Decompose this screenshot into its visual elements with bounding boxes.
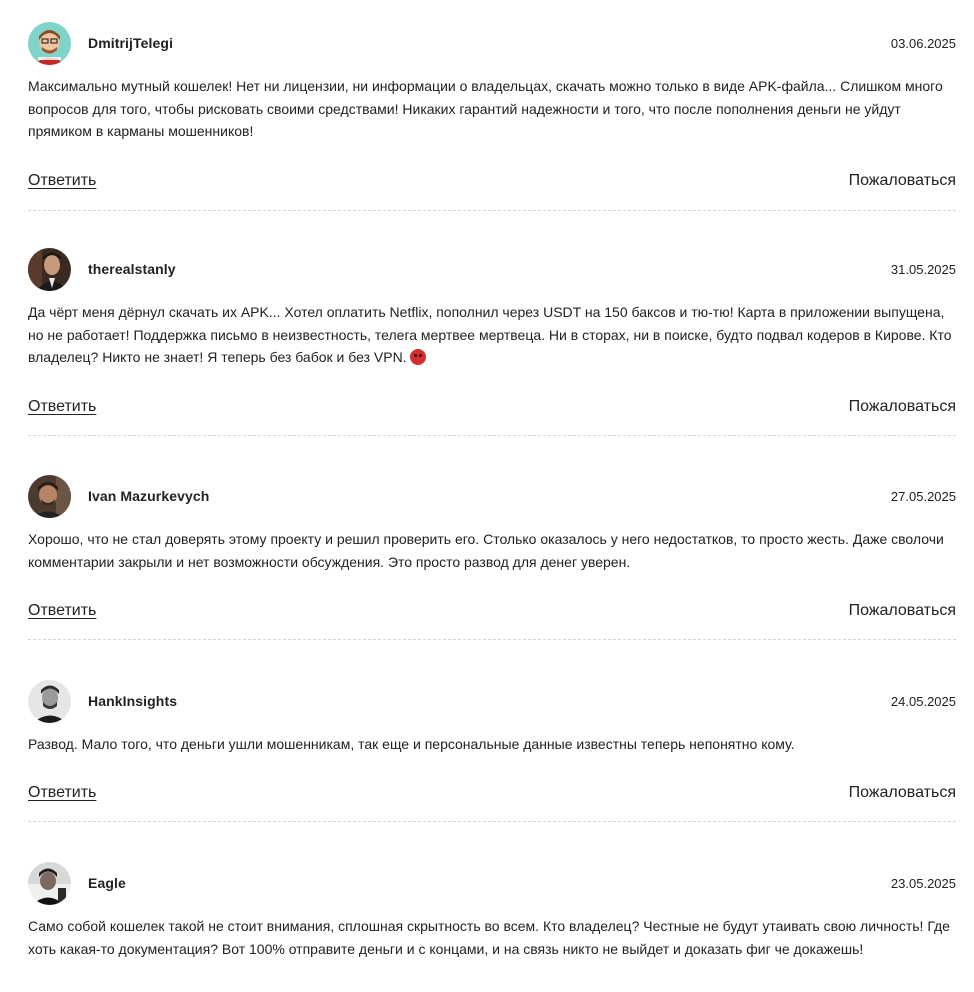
comment-divider — [28, 210, 956, 211]
comment-item: therealstanly 31.05.2025 Да чёрт меня дё… — [28, 248, 956, 436]
report-button[interactable]: Пожаловаться — [849, 602, 956, 620]
comment-author[interactable]: HankInsights — [88, 693, 177, 709]
comment-actions: Ответить Пожаловаться — [28, 172, 956, 196]
report-button[interactable]: Пожаловаться — [849, 398, 956, 416]
comment-author[interactable]: Eagle — [88, 875, 126, 891]
comment-header: Eagle 23.05.2025 — [28, 862, 956, 906]
comment-actions: Ответить Пожаловаться — [28, 602, 956, 626]
reply-button[interactable]: Ответить — [28, 398, 96, 416]
comment-actions: Ответить Пожаловаться — [28, 398, 956, 422]
comment-header: DmitrijTelegi 03.06.2025 — [28, 22, 956, 66]
comment-divider — [28, 435, 956, 436]
comment-text: Максимально мутный кошелек! Нет ни лицен… — [28, 78, 943, 139]
report-button[interactable]: Пожаловаться — [849, 784, 956, 802]
comment-text: Хорошо, что не стал доверять этому проек… — [28, 531, 944, 570]
comment-author[interactable]: therealstanly — [88, 261, 176, 277]
comment-item: HankInsights 24.05.2025 Развод. Мало тог… — [28, 680, 956, 822]
user-photo-icon — [28, 475, 71, 518]
reply-button[interactable]: Ответить — [28, 784, 96, 802]
comment-author[interactable]: DmitrijTelegi — [88, 35, 173, 51]
comment-divider — [28, 639, 956, 640]
reply-button[interactable]: Ответить — [28, 602, 96, 620]
comment-date: 27.05.2025 — [890, 489, 956, 504]
report-button[interactable]: Пожаловаться — [849, 172, 956, 190]
comment-item: Eagle 23.05.2025 Само собой кошелек тако… — [28, 862, 956, 957]
comment-divider — [28, 821, 956, 822]
comment-date: 24.05.2025 — [890, 694, 956, 709]
comment-item: DmitrijTelegi 03.06.2025 Максимально мут… — [28, 22, 956, 211]
comment-header: therealstanly 31.05.2025 — [28, 248, 956, 292]
user-photo-icon — [28, 862, 71, 905]
user-photo-icon — [28, 680, 71, 723]
comment-header: HankInsights 24.05.2025 — [28, 680, 956, 724]
reply-button[interactable]: Ответить — [28, 172, 96, 190]
angry-face-icon — [410, 349, 427, 365]
comment-actions: Ответить Пожаловаться — [28, 784, 956, 808]
comment-text: Развод. Мало того, что деньги ушли мошен… — [28, 736, 795, 752]
comment-item: Ivan Mazurkevych 27.05.2025 Хорошо, что … — [28, 475, 956, 640]
cartoon-avatar-icon — [28, 22, 71, 65]
comment-author[interactable]: Ivan Mazurkevych — [88, 488, 209, 504]
comment-date: 31.05.2025 — [890, 262, 956, 277]
comment-date: 23.05.2025 — [890, 876, 956, 891]
comment-text: Да чёрт меня дёрнул скачать их APK... Хо… — [28, 301, 956, 369]
user-photo-icon — [28, 248, 71, 291]
comment-date: 03.06.2025 — [890, 36, 956, 51]
comment-text-body: Да чёрт меня дёрнул скачать их APK... Хо… — [28, 304, 952, 365]
comment-text: Само собой кошелек такой не стоит вниман… — [28, 918, 950, 957]
comment-header: Ivan Mazurkevych 27.05.2025 — [28, 475, 956, 519]
